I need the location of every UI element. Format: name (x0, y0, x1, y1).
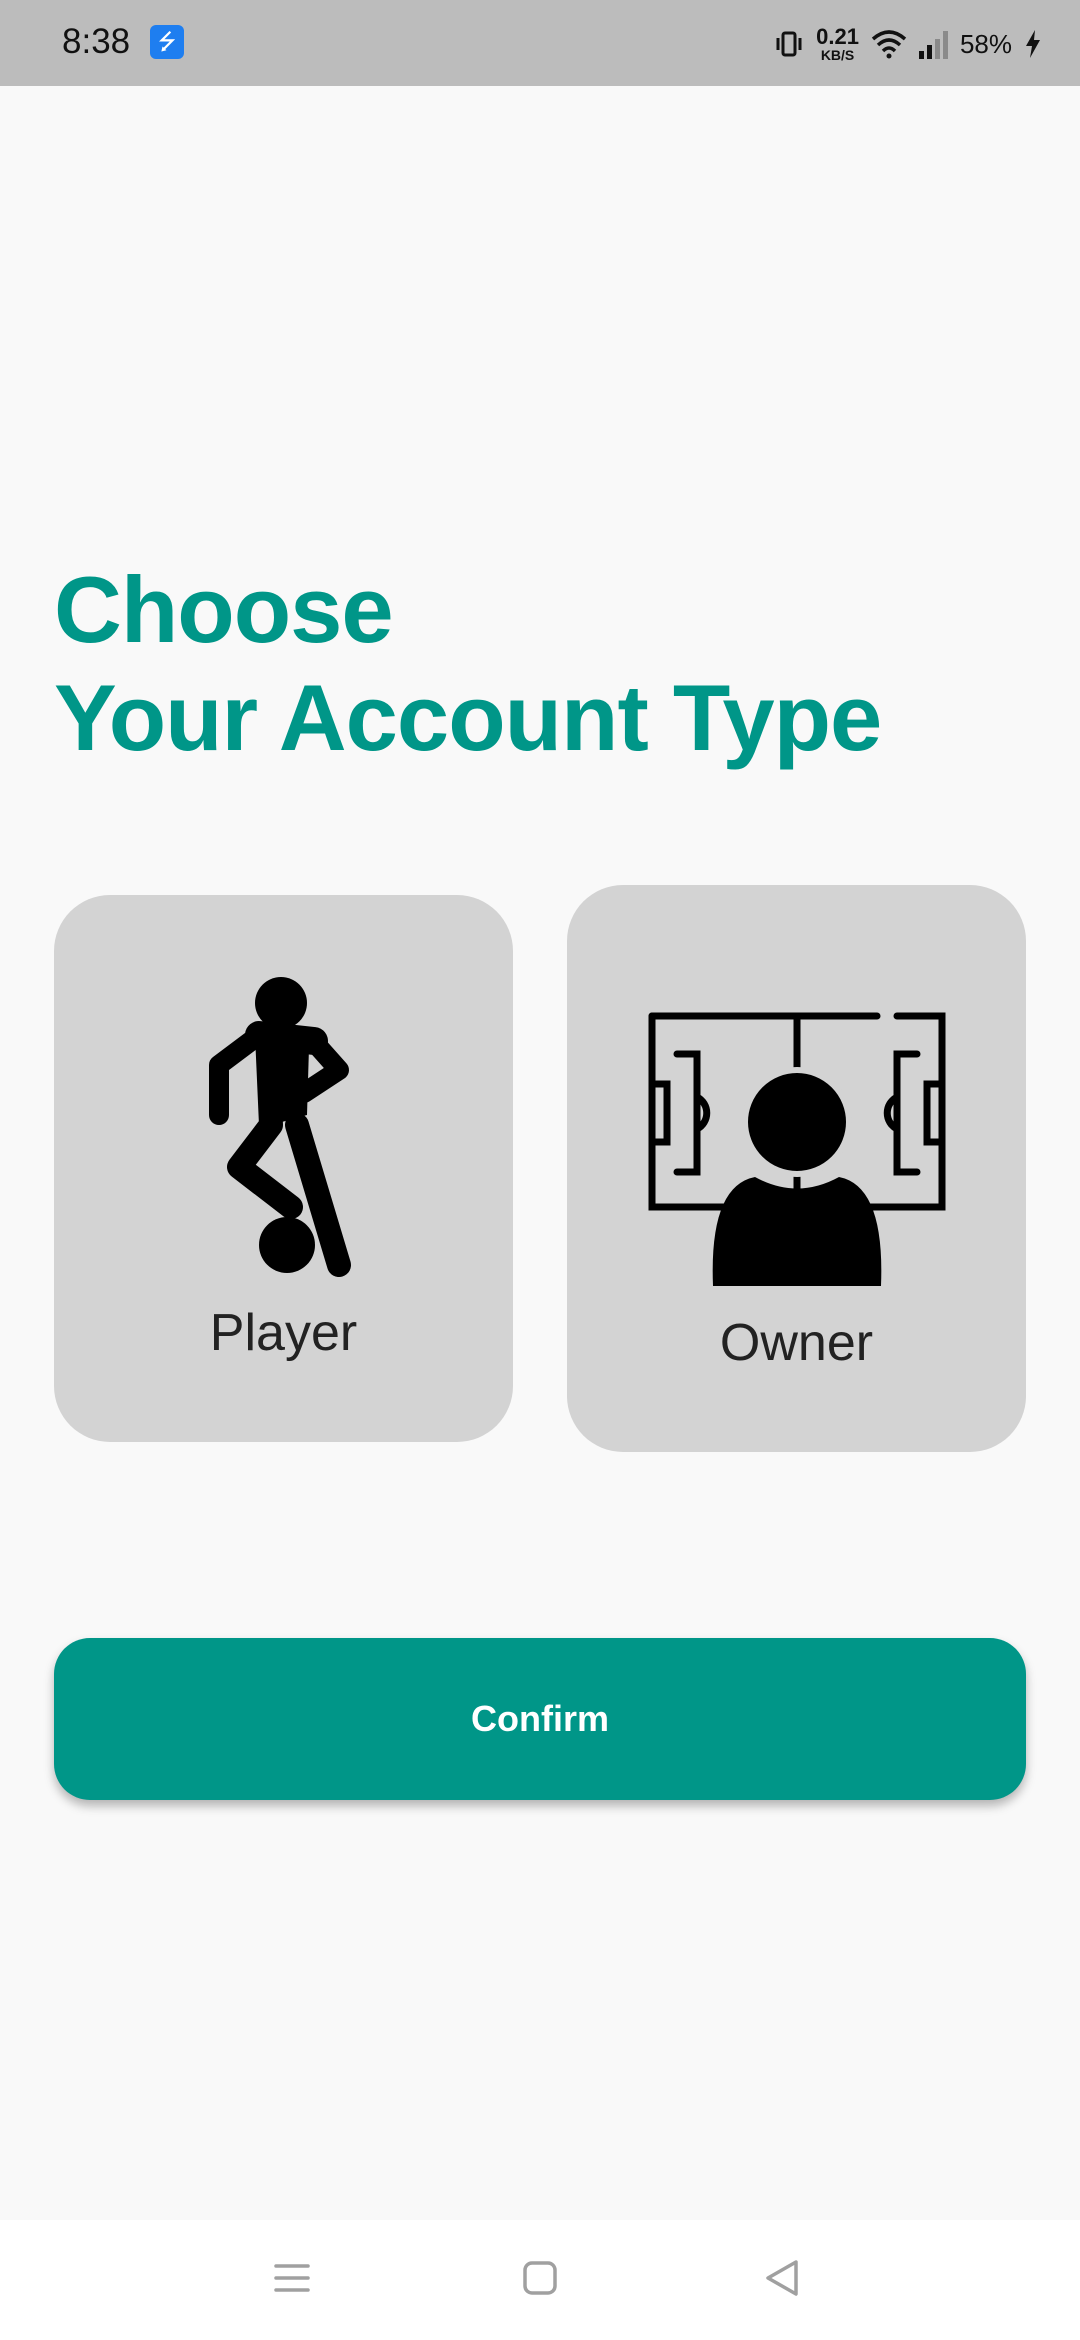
battery-percent: 58% (959, 28, 1012, 59)
page-title-line-1: Choose (54, 557, 394, 662)
owner-account-card[interactable]: Owner (567, 885, 1026, 1452)
status-bar: 8:38 ⭍ 0.21 KB/S 58% (0, 0, 1080, 86)
field-owner-icon (648, 1012, 946, 1286)
charging-icon (1026, 30, 1040, 58)
wifi-icon (871, 30, 907, 59)
status-time: 8:38 (62, 22, 131, 61)
player-label: Player (209, 1304, 358, 1362)
menu-icon[interactable] (272, 2258, 312, 2298)
network-speed-value: 0.21 (816, 24, 859, 49)
player-account-card[interactable]: Player (54, 895, 513, 1442)
soccer-player-icon (209, 977, 351, 1277)
confirm-button[interactable]: Confirm (54, 1638, 1026, 1800)
status-icons: 0.21 KB/S 58% (774, 22, 1042, 66)
usb-icon: ⭍ (150, 25, 184, 59)
owner-label: Owner (719, 1314, 874, 1372)
navigation-bar (0, 2220, 1080, 2340)
network-speed: 0.21 KB/S (816, 24, 859, 63)
back-icon[interactable] (762, 2258, 802, 2298)
vibrate-icon (776, 31, 802, 57)
signal-icon (918, 29, 948, 59)
network-speed-unit: KB/S (820, 47, 855, 63)
page-title: Choose Your Account Type (54, 556, 882, 772)
home-icon[interactable] (520, 2258, 560, 2298)
page-title-line-2: Your Account Type (54, 665, 882, 770)
